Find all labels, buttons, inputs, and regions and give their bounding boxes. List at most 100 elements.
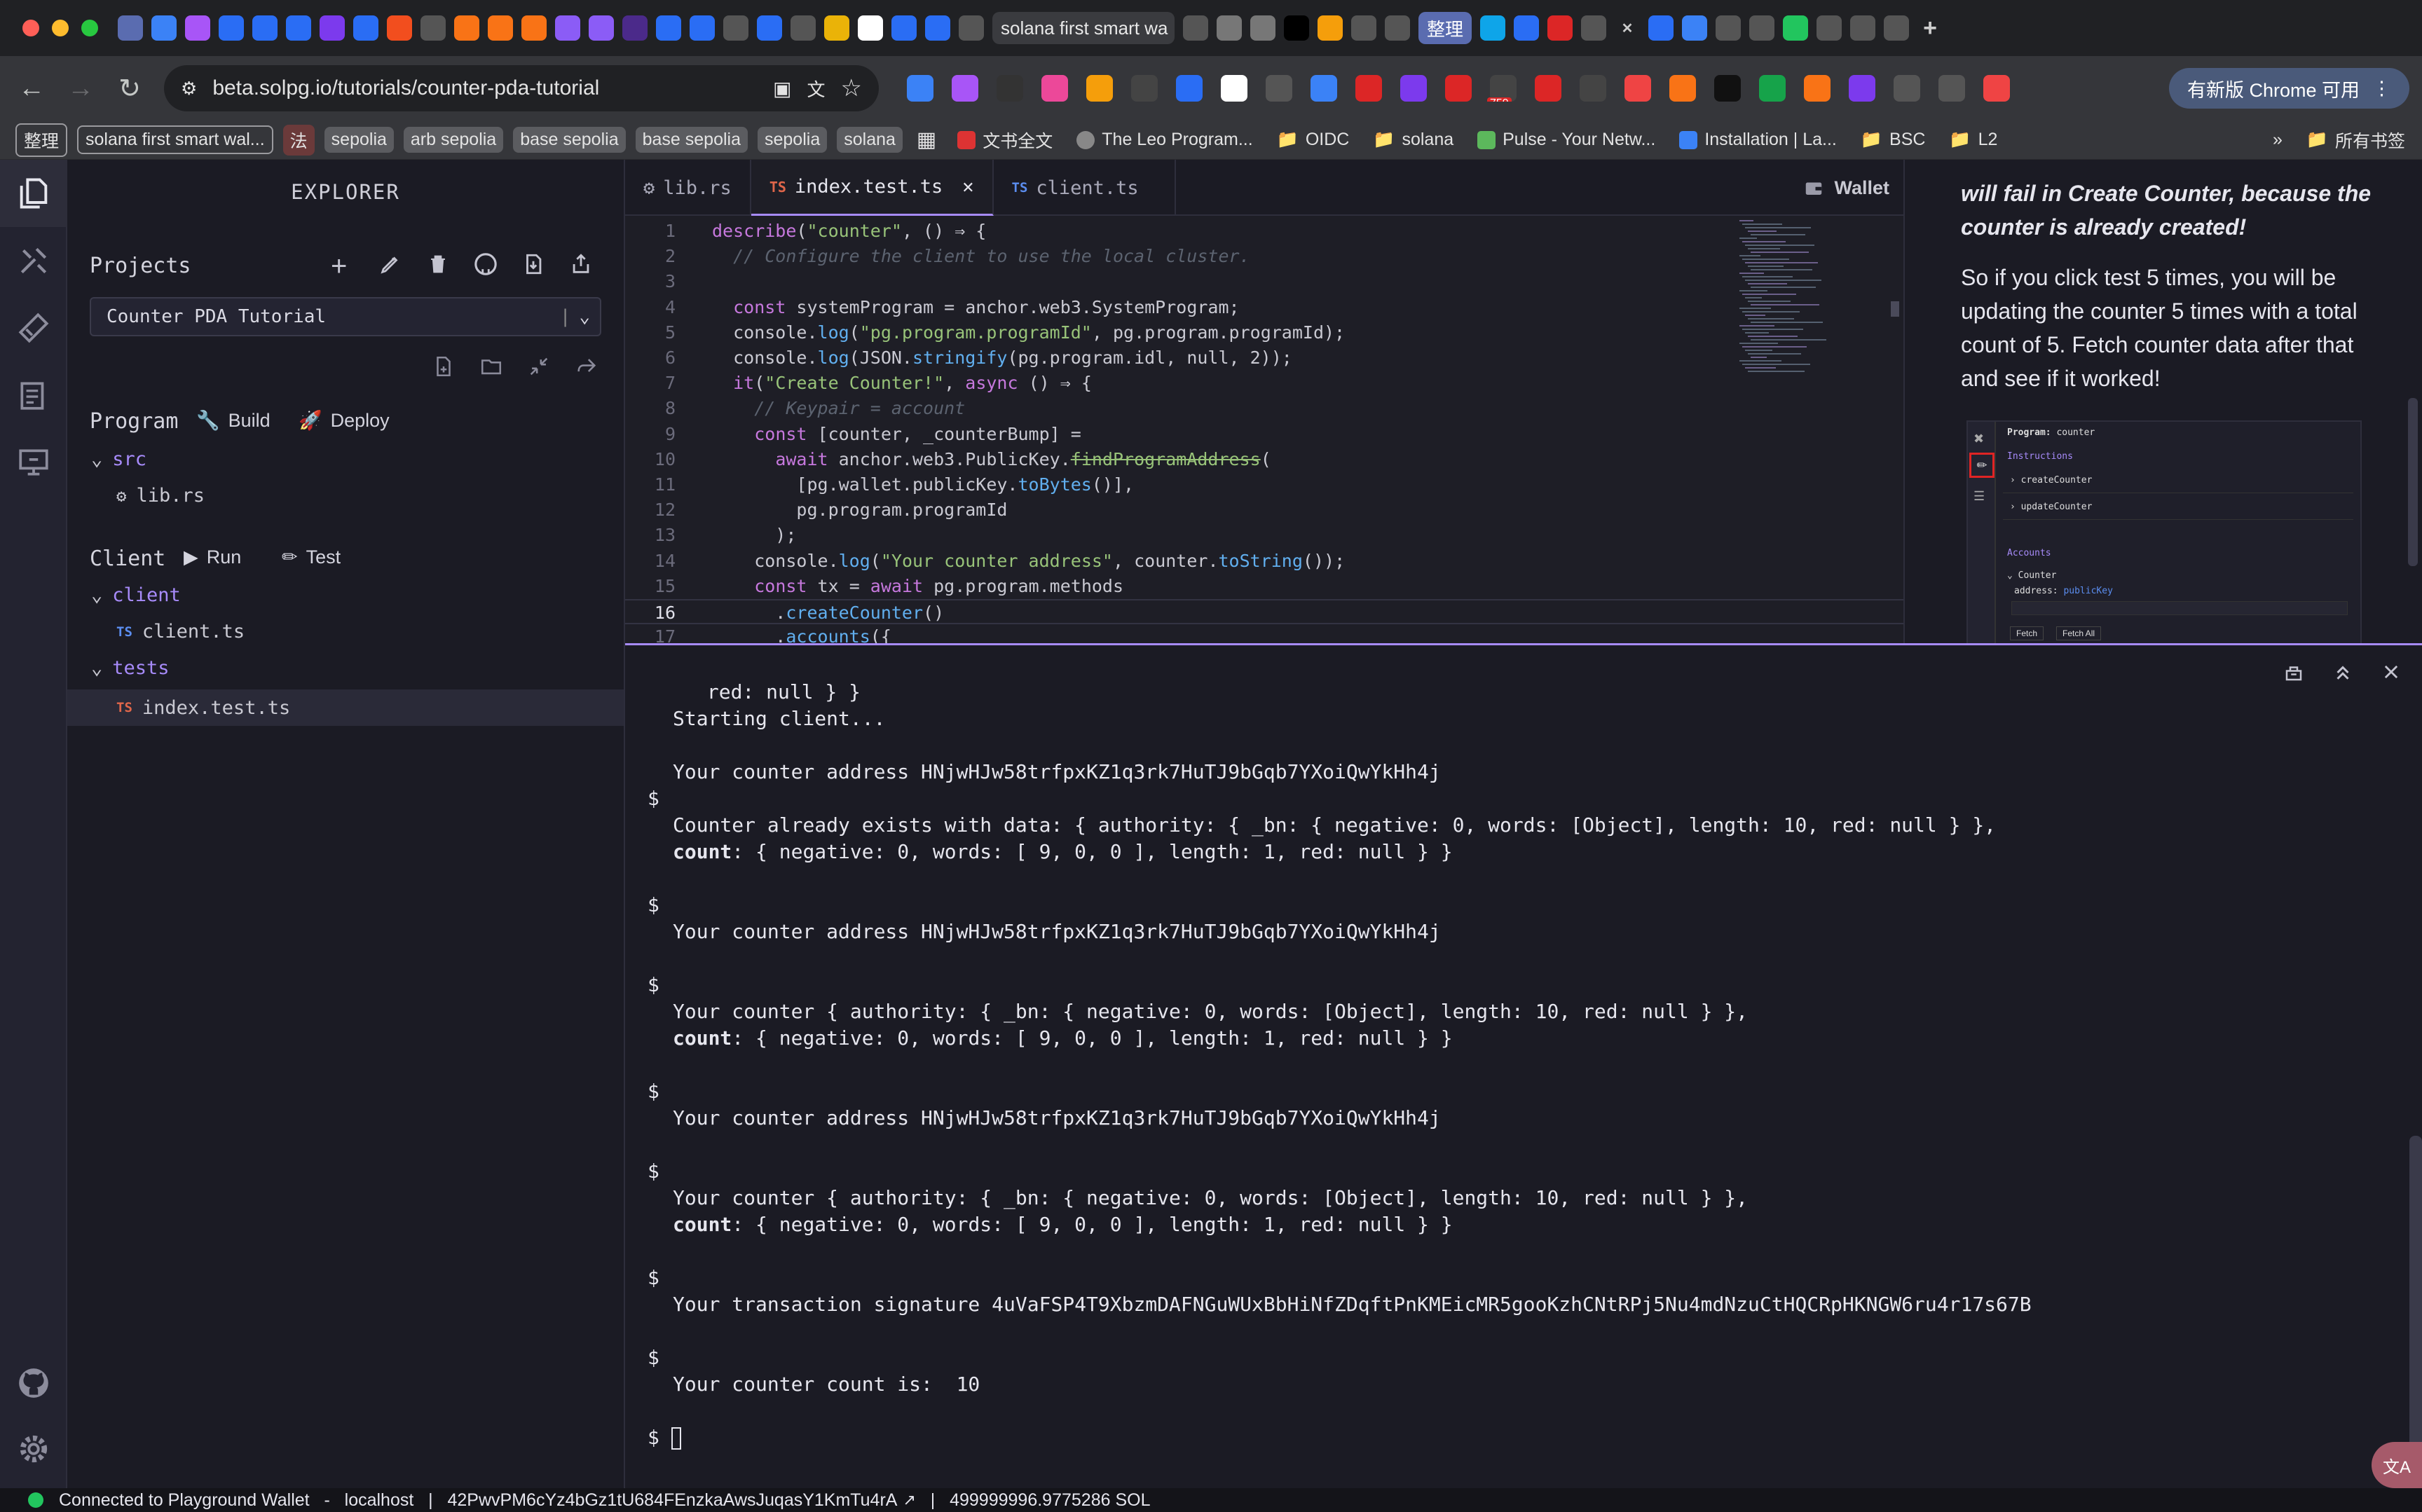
extension-17-icon[interactable] xyxy=(1624,75,1651,102)
pinned-tab-b7[interactable] xyxy=(1385,15,1410,41)
wallet-button[interactable]: Wallet xyxy=(1789,160,1903,216)
build-deploy-activity-button[interactable] xyxy=(0,227,67,294)
pinned-tab-8[interactable] xyxy=(353,15,378,41)
pinned-tab-5[interactable] xyxy=(252,15,278,41)
settings-activity-button[interactable] xyxy=(0,1415,67,1483)
pinned-tab-d1[interactable] xyxy=(1648,15,1674,41)
translate-float-button[interactable]: 文A xyxy=(2372,1442,2422,1488)
deploy-button[interactable]: 🚀 Deploy xyxy=(299,409,390,432)
pinned-tab-d2[interactable] xyxy=(1682,15,1708,41)
pinned-tab-d3[interactable] xyxy=(1716,15,1742,41)
extension-19-icon[interactable] xyxy=(1714,75,1741,102)
address-bar[interactable]: ⚙ beta.solpg.io/tutorials/counter-pda-tu… xyxy=(164,65,879,111)
tutorials-activity-button[interactable] xyxy=(0,362,67,429)
bookmark-sepolia[interactable]: sepolia xyxy=(324,127,394,153)
close-window-button[interactable] xyxy=(22,20,39,36)
pinned-tab-b2[interactable] xyxy=(1217,15,1242,41)
delete-project-button[interactable] xyxy=(426,252,450,280)
pinned-tab-25[interactable] xyxy=(925,15,950,41)
pinned-tab-6[interactable] xyxy=(286,15,311,41)
pinned-tab-c1[interactable] xyxy=(1480,15,1506,41)
collapse-all-button[interactable] xyxy=(527,355,551,382)
pinned-tab-12[interactable] xyxy=(488,15,513,41)
wallet-address[interactable]: 42PwvPM6cYz4bGz1tU684FEnzkaAwsJuqasY1KmT… xyxy=(448,1490,898,1511)
bookmark-group-fa[interactable]: 法 xyxy=(282,124,315,156)
terminal-panel[interactable]: red: null } } Starting client... Your coun… xyxy=(625,643,2422,1488)
share-button[interactable] xyxy=(575,355,598,382)
extension-15-icon[interactable] xyxy=(1535,75,1561,102)
maximize-window-button[interactable] xyxy=(81,20,98,36)
pinned-tab-c4[interactable] xyxy=(1581,15,1607,41)
bookmark-star-icon[interactable]: ☆ xyxy=(841,74,862,102)
bookmark-arb-sepolia[interactable]: arb sepolia xyxy=(403,127,504,153)
pinned-tab-d6[interactable] xyxy=(1817,15,1842,41)
pinned-tab-d7[interactable] xyxy=(1850,15,1876,41)
pinned-tab-b4[interactable] xyxy=(1284,15,1309,41)
external-link-icon[interactable]: ↗ xyxy=(903,1491,915,1509)
run-button[interactable]: ▶ Run xyxy=(184,547,241,568)
pinned-tab-13[interactable] xyxy=(521,15,547,41)
pinned-tab-3[interactable] xyxy=(185,15,210,41)
pinned-tab-19[interactable] xyxy=(723,15,748,41)
pinned-tab-26[interactable] xyxy=(959,15,984,41)
new-folder-button[interactable] xyxy=(479,355,503,382)
bookmark-sepolia-2[interactable]: sepolia xyxy=(758,127,828,153)
code-editor[interactable]: 1 describe("counter", () ⇒ {2 // Configur… xyxy=(625,217,1903,643)
pinned-tab-c3[interactable] xyxy=(1547,15,1573,41)
back-button[interactable]: ← xyxy=(7,64,56,113)
bookmark-base-sepolia-2[interactable]: base sepolia xyxy=(635,127,748,153)
extension-22-icon[interactable] xyxy=(1849,75,1875,102)
minimize-window-button[interactable] xyxy=(52,20,69,36)
test-activity-button[interactable] xyxy=(0,294,67,362)
src-folder[interactable]: ⌄ src xyxy=(91,448,146,470)
maximize-terminal-button[interactable] xyxy=(2332,662,2353,687)
file-index-test-ts[interactable]: TS index.test.ts xyxy=(67,689,624,726)
pinned-tab-b5[interactable] xyxy=(1318,15,1343,41)
tutorial-scrollbar[interactable] xyxy=(2408,398,2418,566)
pinned-tab-22[interactable] xyxy=(824,15,849,41)
file-client-ts[interactable]: TS client.ts xyxy=(116,621,245,642)
programs-activity-button[interactable] xyxy=(0,429,67,496)
extension-18-icon[interactable] xyxy=(1669,75,1696,102)
extension-12-icon[interactable] xyxy=(1400,75,1427,102)
bookmark-solana[interactable]: solana xyxy=(837,127,903,153)
close-terminal-button[interactable] xyxy=(2381,662,2401,687)
terminal-cursor[interactable] xyxy=(671,1427,681,1450)
network-endpoint[interactable]: localhost xyxy=(345,1490,414,1511)
project-select[interactable]: Counter PDA Tutorial | ⌄ xyxy=(90,297,601,336)
pinned-tab-1[interactable] xyxy=(118,15,143,41)
tab-solana-first-smart[interactable]: solana first smart wa xyxy=(992,12,1175,44)
extension-10-icon[interactable] xyxy=(1311,75,1337,102)
pinned-tab-b3[interactable] xyxy=(1250,15,1275,41)
pinned-tab-9[interactable] xyxy=(387,15,412,41)
pinned-tab-18[interactable] xyxy=(690,15,715,41)
pinned-tab-7[interactable] xyxy=(320,15,345,41)
tab-client-ts[interactable]: TS client.ts xyxy=(994,160,1176,216)
bookmark-folder-l2[interactable]: 📁 L2 xyxy=(1942,130,2004,150)
connection-status-text[interactable]: Connected to Playground Wallet xyxy=(59,1490,310,1511)
pinned-tab-d8[interactable] xyxy=(1884,15,1910,41)
pinned-tab-b1[interactable] xyxy=(1183,15,1208,41)
bookmark-folder-oidc[interactable]: 📁 OIDC xyxy=(1270,130,1357,150)
extension-2-icon[interactable] xyxy=(952,75,978,102)
apps-grid-icon[interactable]: ▦ xyxy=(917,128,936,152)
pinned-tab-2[interactable] xyxy=(151,15,177,41)
github-activity-button[interactable] xyxy=(0,1349,67,1417)
pinned-tab-b6[interactable] xyxy=(1351,15,1376,41)
client-folder[interactable]: ⌄ client xyxy=(91,584,181,606)
editor-scrollbar[interactable] xyxy=(1887,217,1903,643)
extension-16-icon[interactable] xyxy=(1580,75,1606,102)
github-import-button[interactable] xyxy=(474,252,498,280)
pinned-tab-24[interactable] xyxy=(891,15,917,41)
pinned-tab-4[interactable] xyxy=(219,15,244,41)
test-button[interactable]: ✏ Test xyxy=(282,547,341,568)
more-bookmarks-icon[interactable]: » xyxy=(2273,130,2283,150)
bookmark-folder-solana[interactable]: 📁 solana xyxy=(1366,130,1460,150)
import-project-button[interactable] xyxy=(521,252,545,280)
extension-11-icon[interactable] xyxy=(1355,75,1382,102)
bookmark-folder-bsc[interactable]: 📁 BSC xyxy=(1854,130,1933,150)
bookmark-leo[interactable]: The Leo Program... xyxy=(1069,130,1259,150)
clear-terminal-button[interactable] xyxy=(2283,662,2304,687)
extension-23-icon[interactable] xyxy=(1894,75,1920,102)
pinned-tab-14[interactable] xyxy=(555,15,580,41)
